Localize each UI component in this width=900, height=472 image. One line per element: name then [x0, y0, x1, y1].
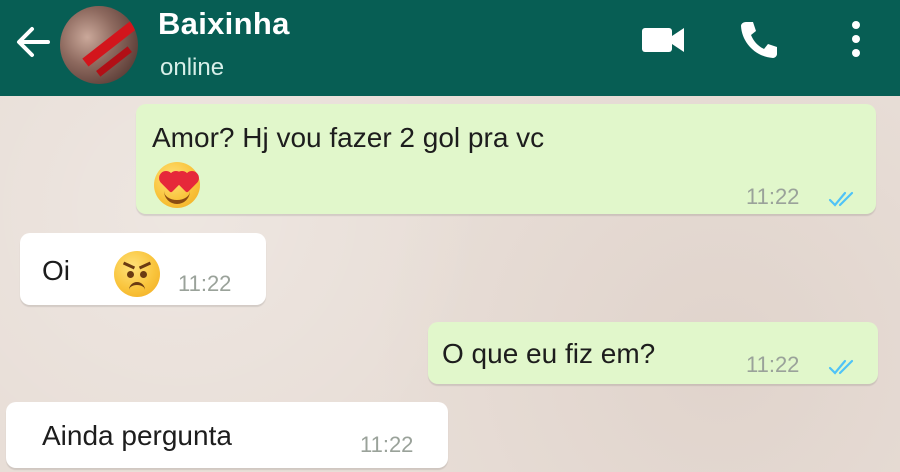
- message-time: 11:22: [360, 432, 414, 457]
- angry-face-emoji-icon: [114, 251, 160, 297]
- message-outgoing[interactable]: Amor? Hj vou fazer 2 gol pra vc 11:22: [136, 104, 876, 214]
- message-text: Ainda pergunta: [42, 420, 232, 451]
- back-arrow-icon[interactable]: [12, 22, 52, 62]
- message-text: Oi: [42, 255, 70, 286]
- contact-status: online: [160, 54, 225, 81]
- message-incoming[interactable]: Oi 11:22: [20, 233, 266, 305]
- video-call-icon[interactable]: [640, 22, 686, 58]
- message-time: 11:22: [746, 184, 800, 209]
- read-receipt-icon: [828, 359, 854, 375]
- message-text: O que eu fiz em?: [442, 338, 656, 369]
- chat-header: Baixinha online: [0, 0, 900, 96]
- message-time: 11:22: [746, 352, 800, 377]
- message-outgoing[interactable]: O que eu fiz em? 11:22: [428, 322, 878, 384]
- message-text: Amor? Hj vou fazer 2 gol pra vc: [152, 122, 545, 153]
- message-time: 11:22: [178, 271, 232, 296]
- more-vert-icon[interactable]: [842, 16, 870, 62]
- read-receipt-icon: [828, 191, 854, 207]
- message-incoming[interactable]: Ainda pergunta 11:22: [6, 402, 448, 468]
- contact-name[interactable]: Baixinha: [158, 6, 290, 42]
- heart-eyes-emoji-icon: [154, 162, 200, 208]
- avatar[interactable]: [60, 6, 138, 84]
- phone-icon[interactable]: [736, 16, 782, 62]
